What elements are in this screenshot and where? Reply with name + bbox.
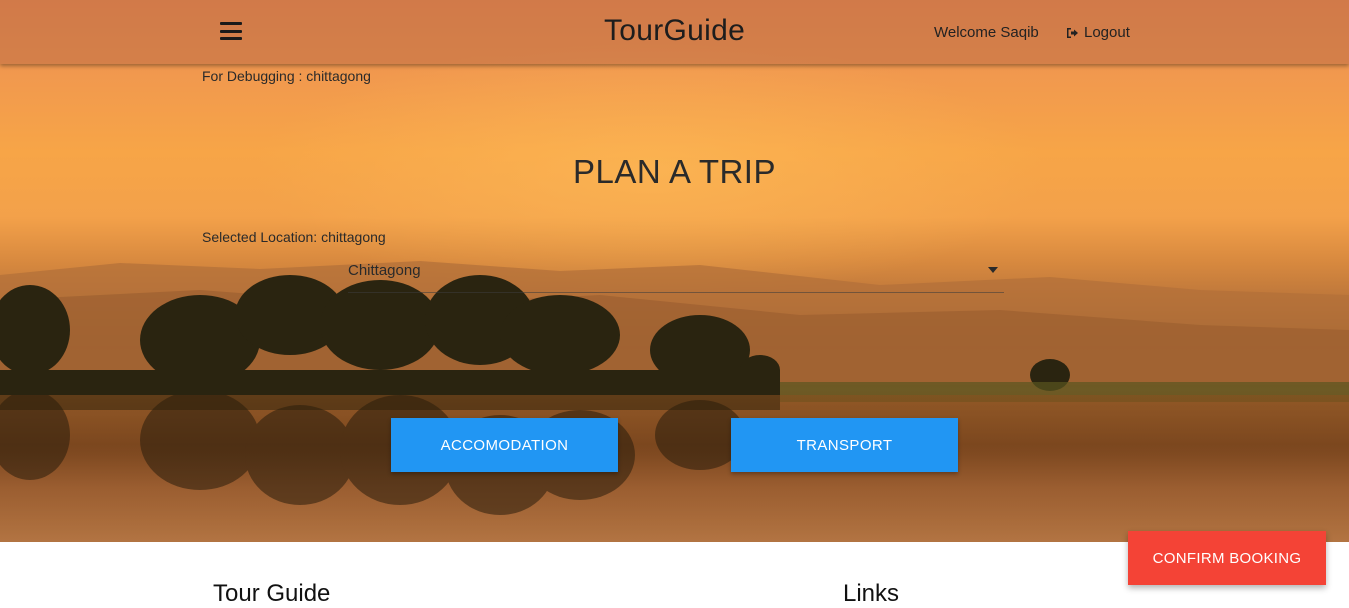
water-reflection <box>0 395 745 515</box>
footer-tour-guide-heading: Tour Guide <box>213 580 331 607</box>
sign-out-icon <box>1067 27 1078 38</box>
location-select[interactable]: Chittagong <box>348 256 1004 293</box>
selected-location-label: Selected Location: chittagong <box>202 229 386 245</box>
logout-label: Logout <box>1084 24 1130 41</box>
logout-link[interactable]: Logout <box>1066 24 1130 41</box>
brand-title[interactable]: TourGuide <box>0 14 1349 48</box>
caret-down-icon <box>988 267 998 273</box>
location-select-value: Chittagong <box>348 262 421 279</box>
footer-links-heading: Links <box>843 580 900 607</box>
accomodation-button[interactable]: ACCOMODATION <box>391 418 618 472</box>
transport-button[interactable]: TRANSPORT <box>731 418 958 472</box>
top-navbar: TourGuide Welcome Saqib Logout <box>0 0 1349 64</box>
page-title: PLAN A TRIP <box>573 153 776 190</box>
confirm-booking-button[interactable]: CONFIRM BOOKING <box>1128 531 1326 585</box>
debug-text: For Debugging : chittagong <box>202 68 371 84</box>
welcome-text: Welcome Saqib <box>934 24 1039 41</box>
